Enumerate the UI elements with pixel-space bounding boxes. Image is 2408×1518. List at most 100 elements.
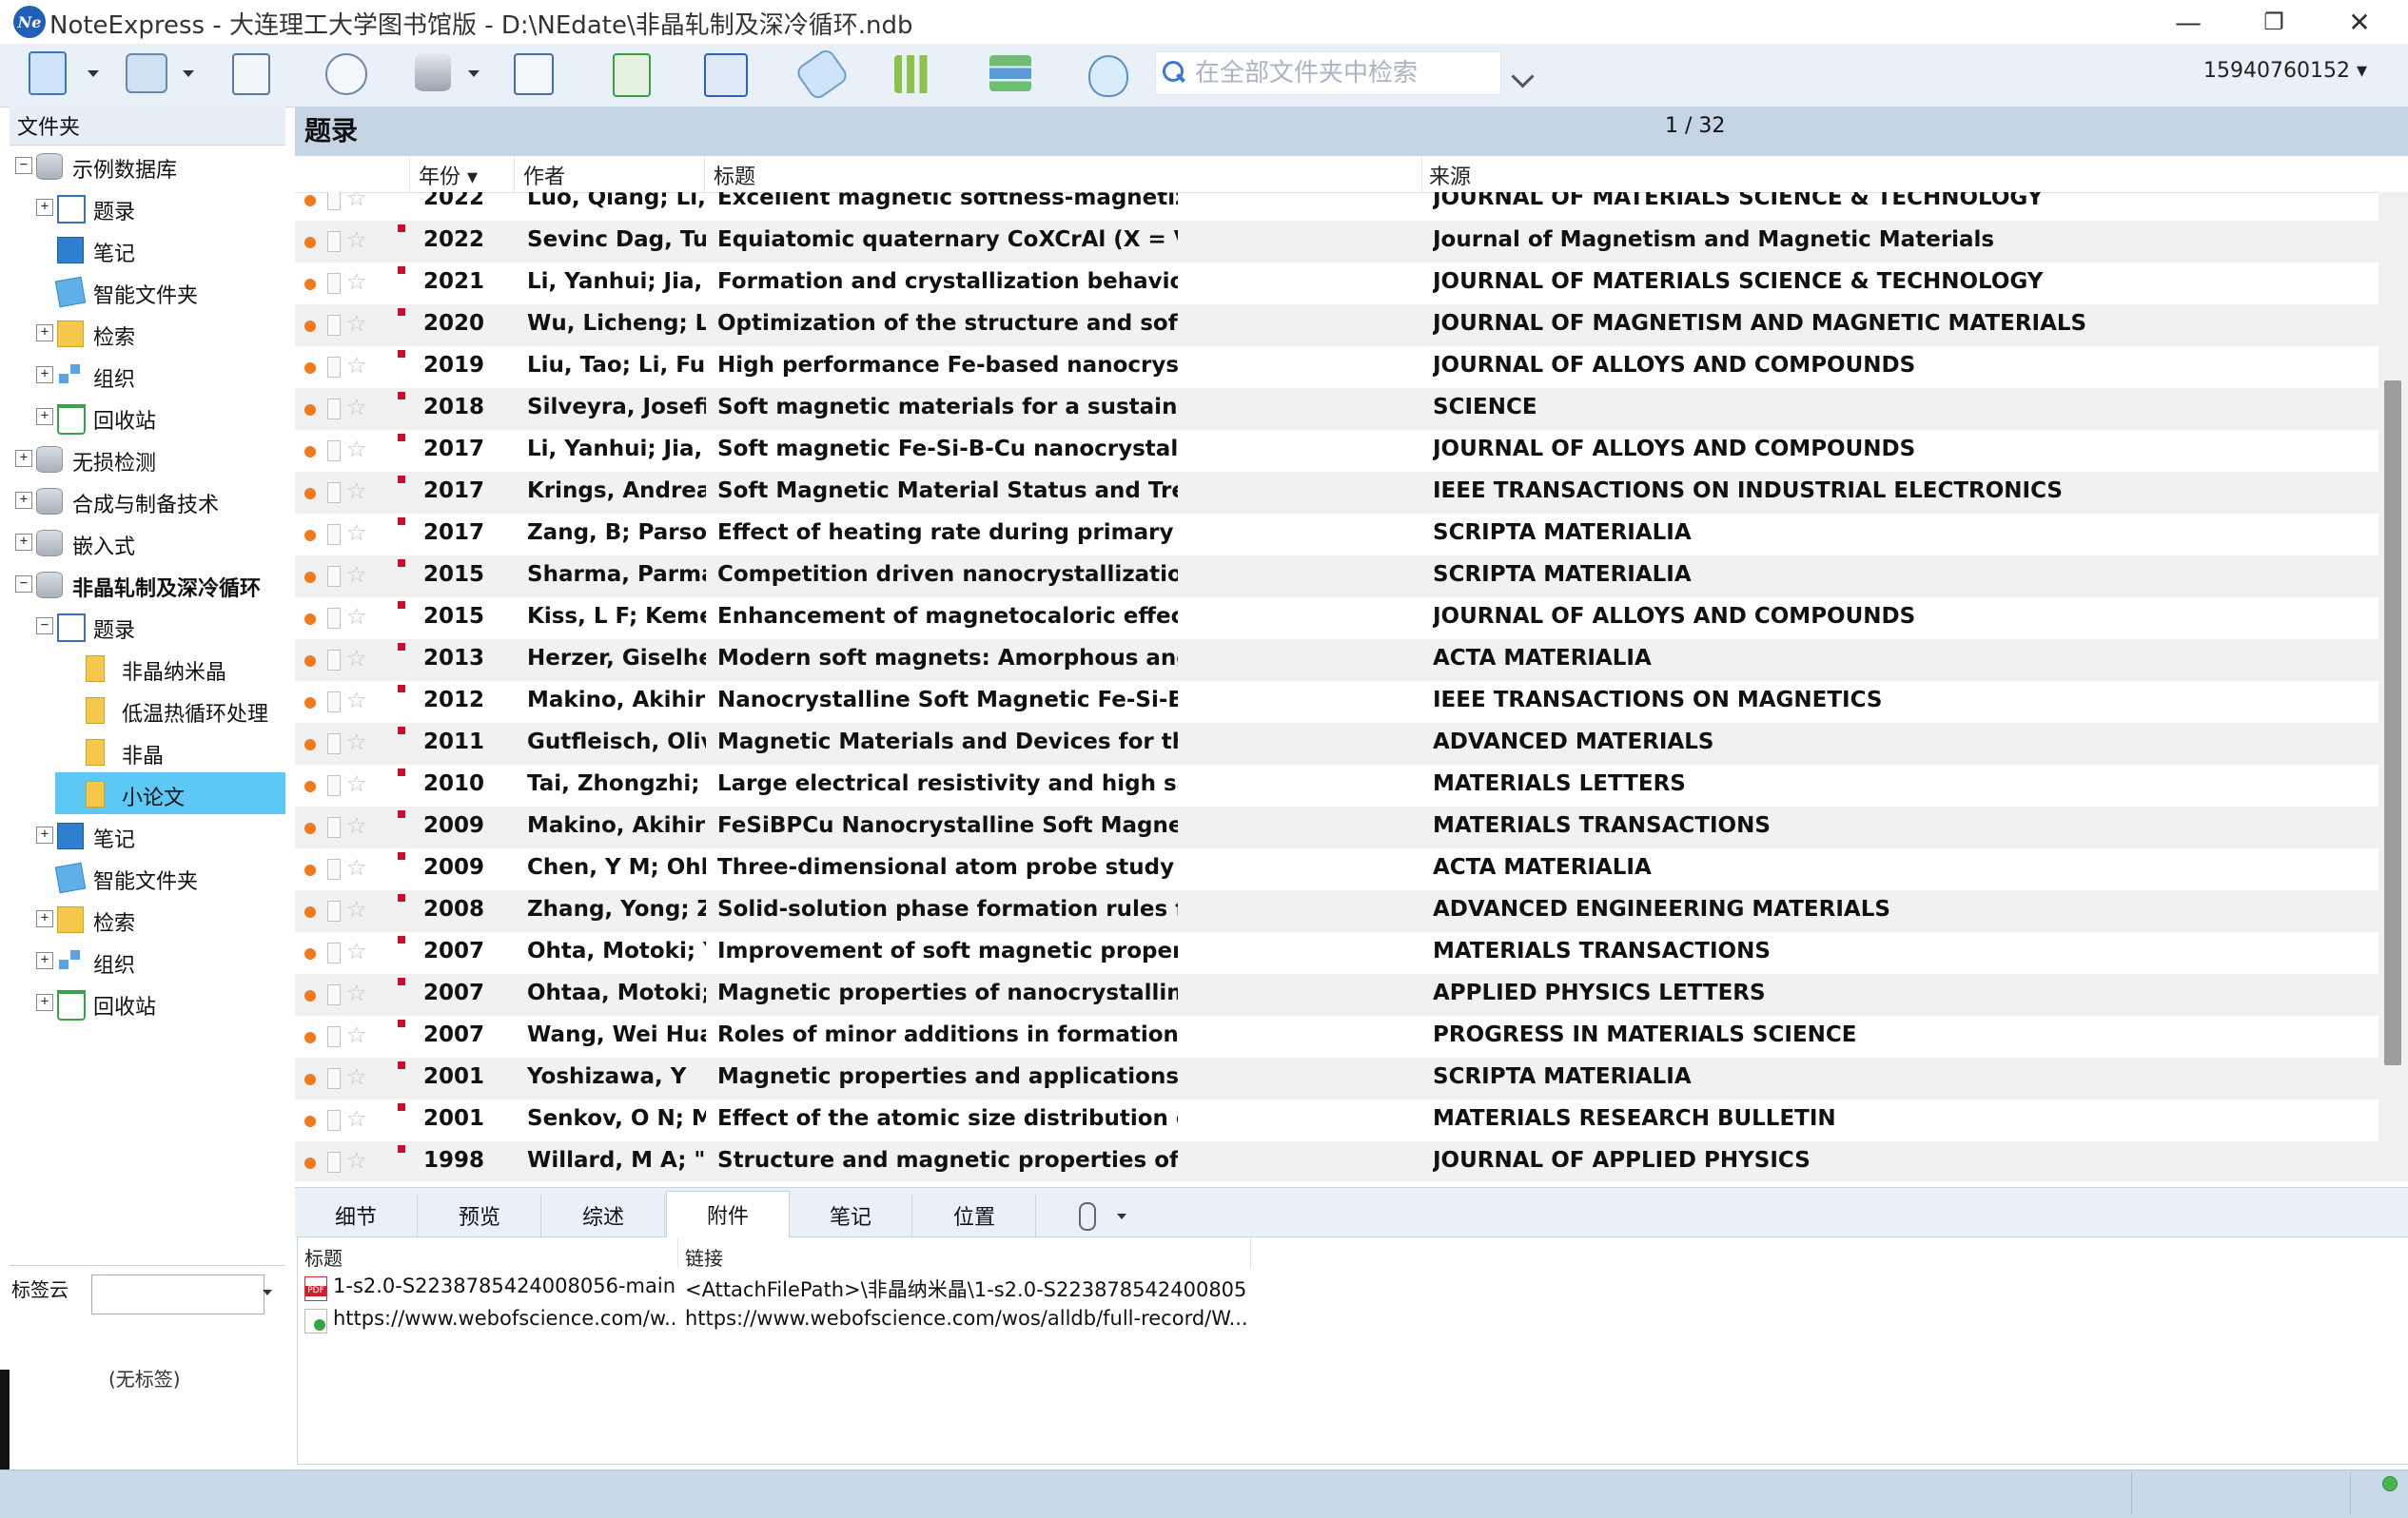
export-icon[interactable] xyxy=(232,53,270,95)
table-row[interactable]: ☆ 2010 Tai, Zhongzhi; H.. Large electrical … xyxy=(295,765,2379,807)
search-input[interactable] xyxy=(1193,53,1498,93)
table-row[interactable]: ☆ 2001 Senkov, O N; Mir. Effect of the atom… xyxy=(295,1100,2379,1141)
table-row[interactable]: ☆ 2019 Liu, Tao; Li, Fuch.. High performanc… xyxy=(295,346,2379,388)
table-row[interactable]: ☆ 2007 Wang, Wei Hua Roles of minor additio… xyxy=(295,1016,2379,1058)
star-icon[interactable]: ☆ xyxy=(346,729,367,755)
table-row[interactable]: ☆ 2021 Li, Yanhui; Jia, Xi.. Formation and … xyxy=(295,263,2379,304)
table-row[interactable]: ☆ 2013 Herzer, Giselher Modern soft magnets… xyxy=(295,639,2379,681)
star-icon[interactable]: ☆ xyxy=(346,268,367,295)
attachment-link[interactable]: https://www.webofscience.com/wos/alldb/f… xyxy=(685,1307,1246,1330)
star-icon[interactable]: ☆ xyxy=(346,687,367,713)
analysis-icon[interactable] xyxy=(894,55,936,93)
tab-3[interactable]: 综述 xyxy=(542,1195,665,1236)
column-author[interactable]: 作者 xyxy=(523,160,565,190)
table-row[interactable]: ☆ 2015 Kiss, L F; Kemeny. Enhancement of ma… xyxy=(295,597,2379,639)
tree-expander-icon[interactable]: + xyxy=(36,910,53,927)
table-row[interactable]: ☆ 2017 Krings, Andreas; . Soft Magnetic Mat… xyxy=(295,472,2379,514)
star-icon[interactable]: ☆ xyxy=(346,1147,367,1174)
minimize-button[interactable]: — xyxy=(2150,0,2226,44)
star-icon[interactable]: ☆ xyxy=(346,310,367,337)
star-icon[interactable]: ☆ xyxy=(346,980,367,1006)
tree-expander-icon[interactable]: − xyxy=(15,157,32,174)
star-icon[interactable]: ☆ xyxy=(346,645,367,671)
star-icon[interactable]: ☆ xyxy=(346,938,367,964)
layers-icon[interactable] xyxy=(989,55,1031,91)
table-row[interactable]: ☆ 2007 Ohtaa, Motoki; Y. Magnetic propertie… xyxy=(295,974,2379,1016)
chevron-down-icon[interactable] xyxy=(263,1290,272,1295)
tab-6[interactable]: 位置 xyxy=(913,1195,1036,1236)
tab-5[interactable]: 笔记 xyxy=(790,1195,912,1236)
maximize-button[interactable]: ❐ xyxy=(2236,0,2312,44)
star-icon[interactable]: ☆ xyxy=(346,896,367,923)
table-row[interactable]: ☆ 2009 Chen, Y M; Ohku. Three-dimensional a… xyxy=(295,848,2379,890)
tag-cloud-select[interactable] xyxy=(91,1275,264,1314)
attachment-link[interactable]: <AttachFilePath>\非晶纳米晶\1-s2.0-S223878542… xyxy=(685,1275,1246,1303)
storage-icon[interactable] xyxy=(415,53,451,91)
tree-item[interactable] xyxy=(10,228,285,270)
star-icon[interactable]: ☆ xyxy=(346,477,367,504)
star-icon[interactable]: ☆ xyxy=(346,1063,367,1090)
star-icon[interactable]: ☆ xyxy=(346,812,367,839)
table-row[interactable]: ☆ 2015 Sharma, Parman.. Competition driven … xyxy=(295,555,2379,597)
table-row[interactable]: ☆ 2017 Li, Yanhui; Jia, Xi.. Soft magnetic … xyxy=(295,430,2379,472)
tree-expander-icon[interactable]: + xyxy=(36,827,53,844)
tree-expander-icon[interactable]: − xyxy=(15,575,32,593)
attachment-title[interactable]: 1-s2.0-S2238785424008056-main xyxy=(333,1275,675,1297)
star-icon[interactable]: ☆ xyxy=(346,1105,367,1132)
word-plugin-icon[interactable] xyxy=(704,53,748,97)
tree-expander-icon[interactable]: + xyxy=(36,366,53,383)
paperclip-icon[interactable] xyxy=(1079,1202,1096,1231)
search-db-icon[interactable] xyxy=(126,53,167,93)
table-row[interactable]: ☆ 2008 Zhang, Yong; Zh.. Solid-solution pha… xyxy=(295,890,2379,932)
import-icon[interactable] xyxy=(514,53,554,95)
star-icon[interactable]: ☆ xyxy=(346,1022,367,1048)
star-icon[interactable]: ☆ xyxy=(346,192,367,211)
tree-expander-icon[interactable]: + xyxy=(15,450,32,467)
tree-expander-icon[interactable]: + xyxy=(36,408,53,425)
flask-icon[interactable] xyxy=(1088,55,1128,97)
tree-expander-icon[interactable]: + xyxy=(36,199,53,216)
tree-expander-icon[interactable]: − xyxy=(36,617,53,634)
table-row[interactable]: ☆ 2022 Sevinc Dag, Tug... Equiatomic quater… xyxy=(295,221,2379,263)
browse-icon[interactable] xyxy=(325,53,367,95)
table-row[interactable]: ☆ 2011 Gutfleisch, Olive.. Magnetic Materia… xyxy=(295,723,2379,765)
tab-1[interactable]: 细节 xyxy=(295,1195,418,1236)
attachment-title[interactable]: https://www.webofscience.com/w... xyxy=(333,1307,675,1330)
table-row[interactable]: ☆ 2017 Zang, B; Parsons,. Effect of heating… xyxy=(295,514,2379,555)
star-icon[interactable]: ☆ xyxy=(346,603,367,630)
user-account-menu[interactable]: 15940760152 ▾ xyxy=(2203,59,2367,83)
star-icon[interactable]: ☆ xyxy=(346,561,367,588)
table-row[interactable]: ☆ 2022 Luo, Qiang; Li, D.. Excellent magnet… xyxy=(295,192,2379,221)
tree-expander-icon[interactable]: + xyxy=(15,492,32,509)
chevron-down-icon[interactable] xyxy=(1117,1214,1126,1219)
tree-expander-icon[interactable]: + xyxy=(36,952,53,969)
close-button[interactable]: ✕ xyxy=(2321,0,2398,44)
tree-expander-icon[interactable]: + xyxy=(15,534,32,551)
table-row[interactable]: ☆ 2020 Wu, Licheng; Li, .. Optimization of … xyxy=(295,304,2379,346)
column-title[interactable]: 标题 xyxy=(714,160,755,190)
tab-2[interactable]: 预览 xyxy=(419,1195,541,1236)
table-row[interactable]: ☆ 2009 Makino, Akihiro; FeSiBPCu Nanocrysta… xyxy=(295,807,2379,848)
chevron-down-icon[interactable] xyxy=(88,70,99,77)
star-icon[interactable]: ☆ xyxy=(346,519,367,546)
star-icon[interactable]: ☆ xyxy=(346,394,367,420)
column-year[interactable]: 年份 ▾ xyxy=(419,160,478,190)
table-row[interactable]: ☆ 2007 Ohta, Motoki; Yo. Improvement of sof… xyxy=(295,932,2379,974)
column-source[interactable]: 来源 xyxy=(1429,160,1471,190)
tree-expander-icon[interactable]: + xyxy=(36,324,53,341)
chevron-down-icon[interactable] xyxy=(468,70,480,77)
scrollbar-thumb[interactable] xyxy=(2384,380,2401,1065)
database-icon[interactable] xyxy=(29,51,67,95)
tab-4[interactable]: 附件 xyxy=(666,1191,790,1237)
table-row[interactable]: ☆ 2018 Silveyra, Josefina. Soft magnetic ma… xyxy=(295,388,2379,430)
tree-expander-icon[interactable]: + xyxy=(36,994,53,1011)
star-icon[interactable]: ☆ xyxy=(346,436,367,462)
star-icon[interactable]: ☆ xyxy=(346,854,367,881)
star-icon[interactable]: ☆ xyxy=(346,226,367,253)
chevron-down-icon[interactable] xyxy=(183,70,194,77)
table-row[interactable]: ☆ 1998 Willard, M A; "D.. Structure and mag… xyxy=(295,1141,2379,1181)
table-row[interactable]: ☆ 2001 Yoshizawa, Y Magnetic properties and… xyxy=(295,1058,2379,1100)
star-icon[interactable]: ☆ xyxy=(346,770,367,797)
star-icon[interactable]: ☆ xyxy=(346,352,367,379)
download-icon[interactable] xyxy=(613,53,651,97)
